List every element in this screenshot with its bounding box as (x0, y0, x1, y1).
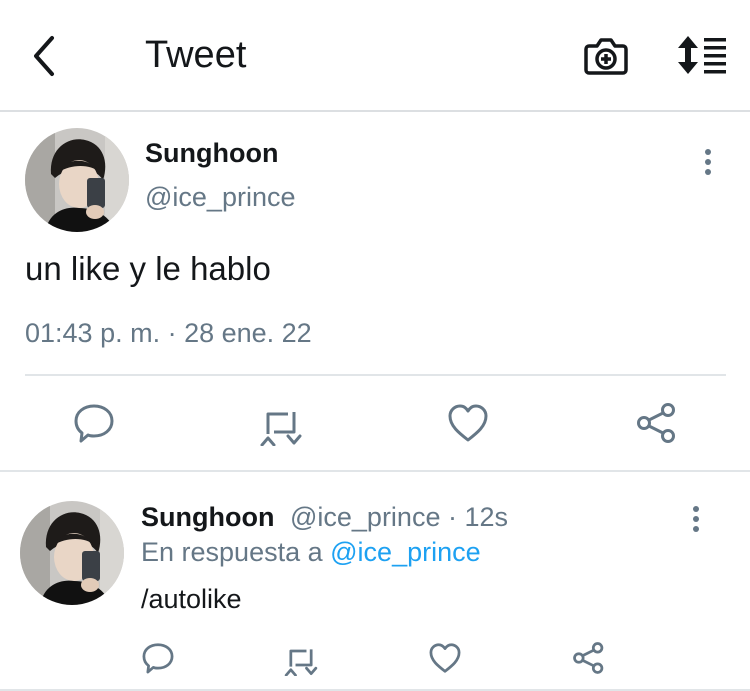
user-handle-time[interactable]: @ice_prince · 12s (290, 502, 508, 532)
user-handle[interactable]: @ice_prince (145, 182, 295, 213)
sort-lines-icon[interactable] (676, 34, 728, 76)
reply-header: Sunghoon @ice_prince · 12s (141, 502, 508, 533)
retweet-button[interactable] (283, 640, 319, 677)
more-options-icon[interactable] (702, 148, 714, 178)
camera-add-icon[interactable] (583, 34, 629, 76)
reply-button[interactable] (140, 640, 176, 676)
more-options-icon[interactable] (690, 505, 702, 535)
top-bar: Tweet (0, 0, 750, 112)
avatar[interactable] (25, 128, 129, 232)
retweet-icon (284, 649, 318, 677)
avatar[interactable] (20, 501, 124, 605)
divider (25, 374, 726, 376)
reply-icon (74, 404, 114, 443)
share-button[interactable] (634, 400, 680, 446)
reply-prefix: En respuesta a (141, 537, 323, 567)
tweet-text: /autolike (141, 584, 242, 614)
share-button[interactable] (571, 640, 607, 676)
reply-icon (142, 643, 174, 674)
share-icon (573, 642, 604, 674)
reply-to-link[interactable]: @ice_prince (330, 537, 480, 567)
tweet-timestamp: 01:43 p. m. · 28 ene. 22 (25, 318, 312, 348)
page-title: Tweet (145, 34, 247, 76)
display-name[interactable]: Sunghoon (141, 502, 274, 532)
tweet-text: un like y le hablo (25, 250, 271, 287)
reply-button[interactable] (71, 400, 117, 446)
retweet-button[interactable] (258, 400, 304, 447)
retweet-icon (260, 412, 302, 447)
display-name[interactable]: Sunghoon (145, 138, 278, 169)
like-button[interactable] (445, 400, 491, 446)
reply-context: En respuesta a @ice_prince (141, 537, 481, 568)
like-button[interactable] (427, 640, 463, 676)
share-icon (637, 403, 675, 443)
chevron-left-icon[interactable] (28, 34, 62, 78)
like-icon (429, 643, 461, 673)
like-icon (448, 404, 488, 442)
section-divider (0, 470, 750, 472)
